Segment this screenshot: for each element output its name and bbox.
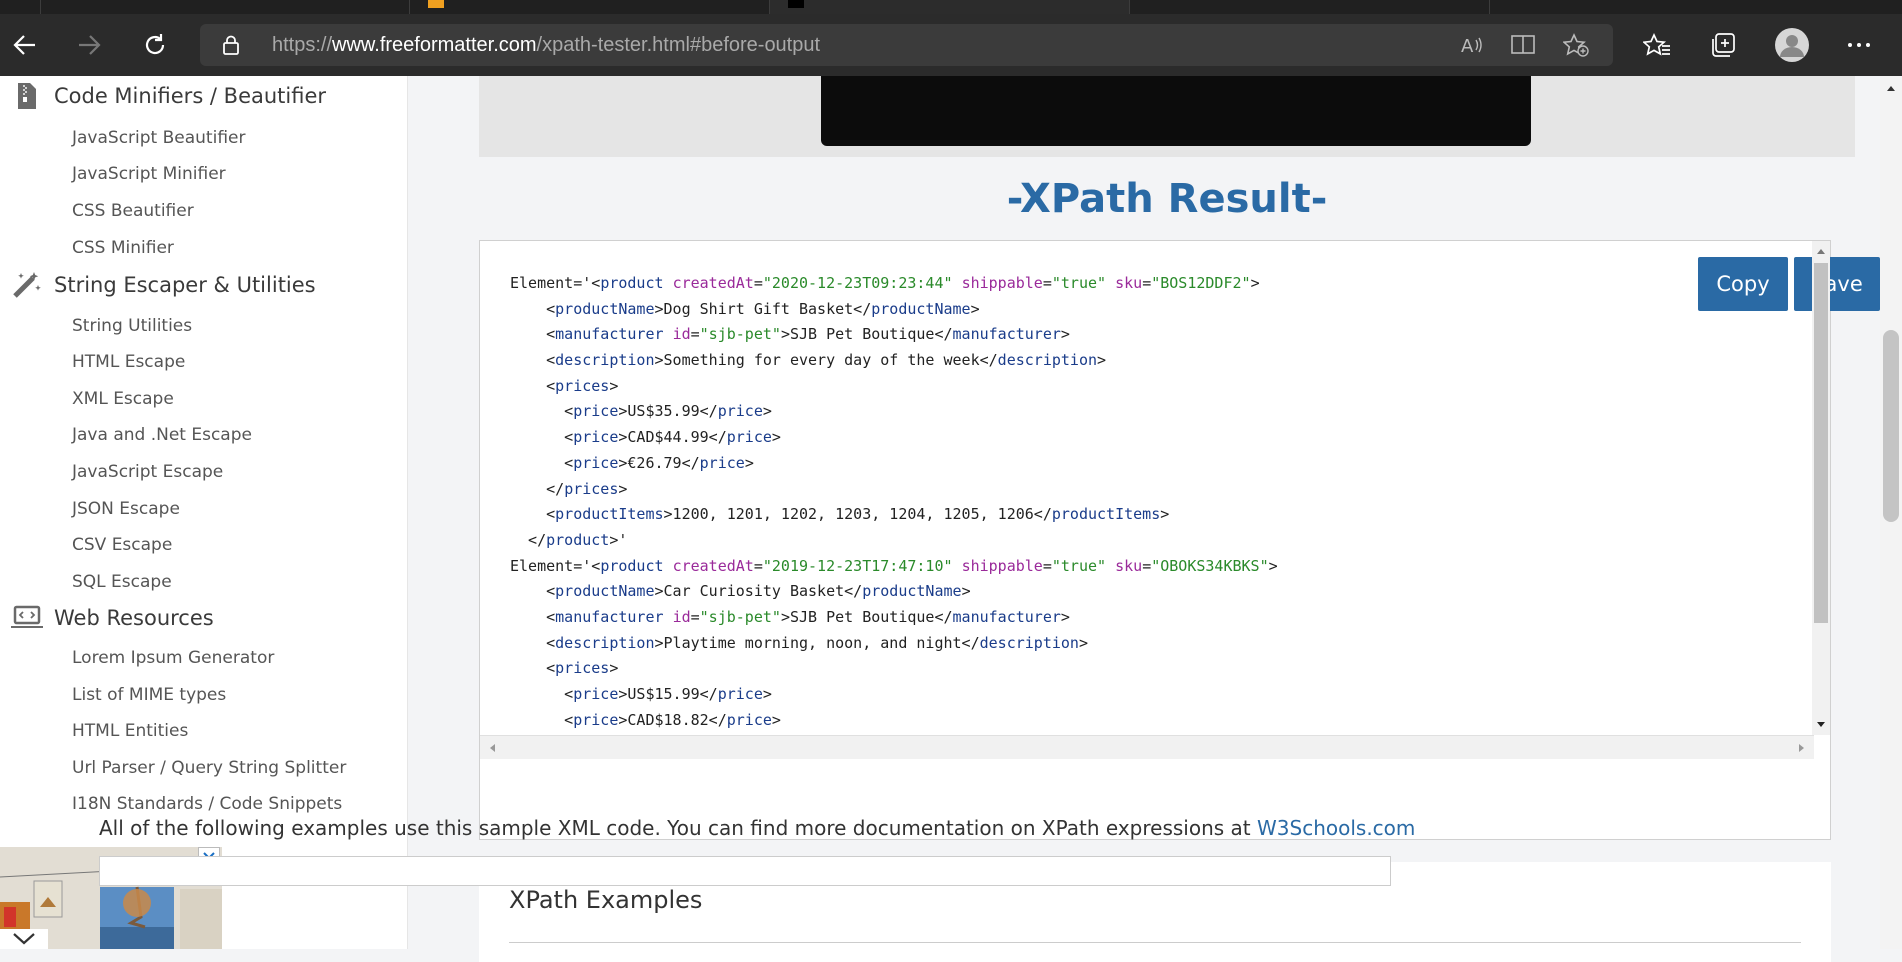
- sidebar-section-code-minifiers[interactable]: Code Minifiers / Beautifier: [0, 78, 326, 114]
- page-scrollbar-thumb[interactable]: [1883, 330, 1899, 522]
- xpath-result-output[interactable]: Element='<product createdAt="2020-12-23T…: [479, 240, 1880, 840]
- lock-icon[interactable]: [222, 35, 240, 60]
- browser-tab[interactable]: [40, 0, 410, 14]
- sidebar-item-javascript-beautifier[interactable]: JavaScript Beautifier: [72, 128, 245, 148]
- sidebar-section-web-resources[interactable]: Web Resources: [0, 600, 214, 636]
- code-horizontal-scrollbar[interactable]: [480, 735, 1814, 759]
- immersive-reader-icon[interactable]: [1511, 32, 1537, 58]
- zip-file-icon: [0, 82, 54, 110]
- add-favorite-icon[interactable]: [1563, 32, 1589, 58]
- sidebar-section-string-escaper[interactable]: String Escaper & Utilities: [0, 267, 316, 303]
- save-button[interactable]: Save: [1794, 257, 1880, 311]
- sidebar-item-html-entities[interactable]: HTML Entities: [72, 721, 188, 741]
- sidebar-item-lorem-ipsum[interactable]: Lorem Ipsum Generator: [72, 648, 274, 668]
- more-options-icon[interactable]: [1842, 28, 1876, 62]
- sidebar-item-sql-escape[interactable]: SQL Escape: [72, 572, 172, 592]
- forward-arrow-icon[interactable]: [72, 28, 106, 62]
- sidebar-item-string-utilities[interactable]: String Utilities: [72, 316, 192, 336]
- browser-tab[interactable]: [1130, 0, 1490, 14]
- url-text: https://www.freeformatter.com/xpath-test…: [272, 34, 821, 56]
- address-bar[interactable]: https://www.freeformatter.com/xpath-test…: [200, 24, 1613, 66]
- embedded-video[interactable]: [821, 76, 1531, 146]
- svg-text:A: A: [1461, 36, 1474, 56]
- scroll-right-arrow-icon[interactable]: [1798, 743, 1806, 753]
- sample-xml-box[interactable]: [99, 856, 1391, 886]
- sidebar-item-java-net-escape[interactable]: Java and .Net Escape: [72, 425, 252, 445]
- ad-collapse-chevron-icon[interactable]: [0, 929, 48, 949]
- page-scrollbar[interactable]: [1880, 76, 1902, 949]
- sidebar-item-html-escape[interactable]: HTML Escape: [72, 352, 185, 372]
- scroll-up-arrow-icon[interactable]: [1816, 247, 1826, 255]
- xpath-examples-heading: XPath Examples: [509, 886, 703, 914]
- sidebar-item-json-escape[interactable]: JSON Escape: [72, 499, 180, 519]
- scroll-down-arrow-icon[interactable]: [1816, 721, 1826, 729]
- laptop-code-icon: [0, 605, 54, 631]
- tab-favicon-icon: [428, 0, 444, 8]
- examples-description: All of the following examples use this s…: [99, 816, 1416, 840]
- xpath-result-title: -XPath Result-: [1006, 176, 1328, 222]
- collections-icon[interactable]: [1706, 28, 1740, 62]
- result-code: Element='<product createdAt="2020-12-23T…: [510, 274, 1278, 729]
- section-divider: [509, 942, 1801, 943]
- embedded-video-container: [479, 76, 1855, 157]
- magic-wand-icon: [0, 271, 54, 299]
- browser-tab-active[interactable]: [770, 0, 1130, 14]
- refresh-icon[interactable]: [138, 28, 172, 62]
- sidebar-item-javascript-minifier[interactable]: JavaScript Minifier: [72, 164, 226, 184]
- sidebar-item-url-parser[interactable]: Url Parser / Query String Splitter: [72, 758, 346, 778]
- read-aloud-icon[interactable]: A: [1458, 32, 1484, 58]
- copy-button[interactable]: Copy: [1698, 257, 1788, 311]
- browser-tab[interactable]: [410, 0, 770, 14]
- sidebar-item-xml-escape[interactable]: XML Escape: [72, 389, 174, 409]
- sidebar-item-javascript-escape[interactable]: JavaScript Escape: [72, 462, 223, 482]
- browser-toolbar: https://www.freeformatter.com/xpath-test…: [0, 14, 1902, 76]
- sidebar-item-mime-types[interactable]: List of MIME types: [72, 685, 226, 705]
- sidebar-item-i18n-standards[interactable]: I18N Standards / Code Snippets: [72, 794, 342, 814]
- tab-strip: [0, 0, 1902, 14]
- sidebar-item-css-beautifier[interactable]: CSS Beautifier: [72, 201, 194, 221]
- sidebar-item-csv-escape[interactable]: CSV Escape: [72, 535, 172, 555]
- code-vertical-scrollbar[interactable]: [1812, 241, 1830, 735]
- code-vertical-scrollbar-thumb[interactable]: [1814, 263, 1828, 623]
- page-scroll-up-arrow-icon[interactable]: [1886, 84, 1896, 92]
- favorites-icon[interactable]: [1640, 28, 1674, 62]
- back-arrow-icon[interactable]: [8, 28, 42, 62]
- sidebar-item-css-minifier[interactable]: CSS Minifier: [72, 238, 174, 258]
- tab-favicon-icon: [788, 0, 804, 8]
- profile-avatar-icon[interactable]: [1773, 26, 1811, 64]
- w3schools-link[interactable]: W3Schools.com: [1257, 816, 1415, 840]
- scroll-left-arrow-icon[interactable]: [488, 743, 496, 753]
